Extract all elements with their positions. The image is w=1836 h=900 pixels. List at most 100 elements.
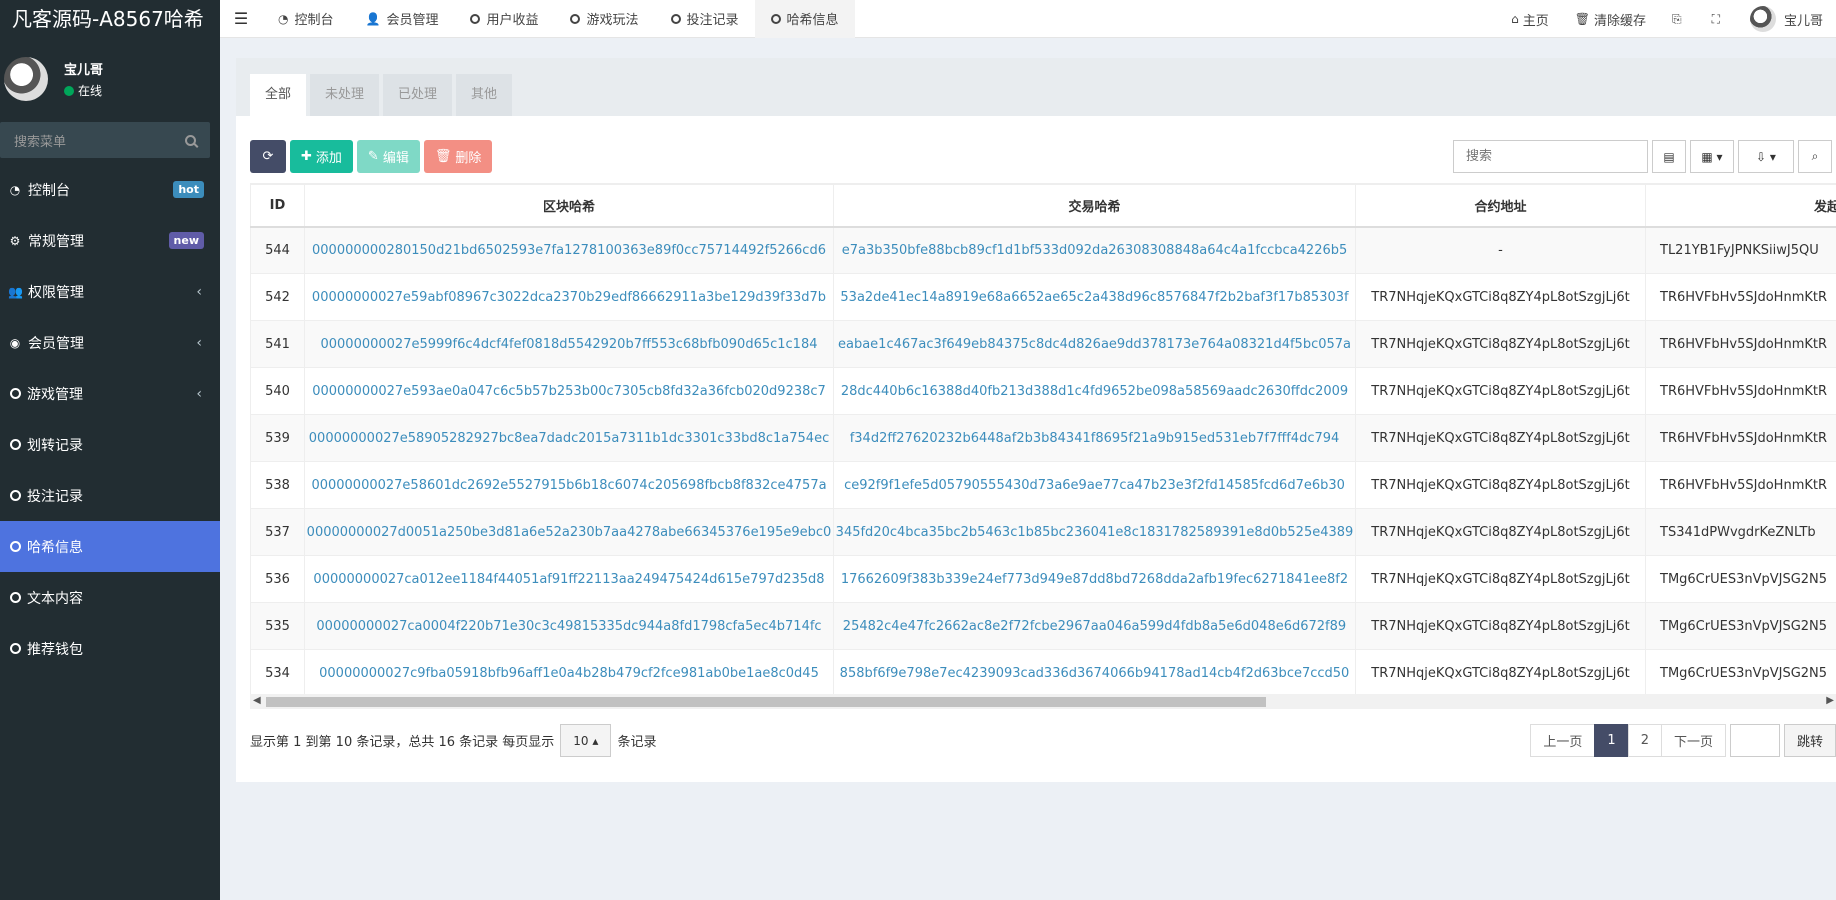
sidebar-item-games[interactable]: 游戏管理 ‹ [0,368,220,419]
cell-tx-hash[interactable]: 17662609f383b339e24ef773d949e87dd8bd7268… [833,555,1356,603]
cell-block-hash[interactable]: 00000000027c9fba05918bfb96aff1e0a4b28b47… [304,649,834,697]
cell-tx-hash[interactable]: f34d2ff27620232b6448af2b3b84341f8695f21a… [833,414,1356,462]
sidebar-item-bets[interactable]: 投注记录 [0,470,220,521]
page-2-button[interactable]: 2 [1627,724,1662,757]
sidebar-item-wallets[interactable]: 推荐钱包 [0,623,220,674]
sidebar-item-label: 会员管理 [28,335,84,352]
cell-block-hash[interactable]: 00000000027e593ae0a047c6c5b57b253b00c730… [304,367,834,415]
column-header-contract-address[interactable]: 合约地址 [1355,184,1646,228]
cell-from-address: TR6HVFbHv5SJdoHnmKtR [1645,320,1836,368]
scroll-right-icon[interactable]: ▶ [1826,695,1834,706]
table-row[interactable]: 539 00000000027e58905282927bc8ea7dadc2015… [250,414,1836,462]
column-header-id[interactable]: ID [250,184,305,228]
tab-unprocessed[interactable]: 未处理 [310,74,380,116]
columns-button[interactable]: ▦ ▾ [1690,140,1734,173]
cell-block-hash[interactable]: 00000000027ca012ee1184f44051af91ff22113a… [304,555,834,603]
cogs-icon: ⚙ [9,233,21,248]
cell-block-hash[interactable]: 000000000280150d21bd6502593e7fa127810036… [304,226,834,274]
jump-button[interactable]: 跳转 [1783,724,1836,757]
cell-tx-hash[interactable]: ce92f9f1efe5d05790555430d73a6e9ae77ca47b… [833,461,1356,509]
sidebar-item-text-content[interactable]: 文本内容 [0,572,220,623]
tab-other[interactable]: 其他 [456,74,513,116]
tab-all[interactable]: 全部 [250,74,307,116]
cell-block-hash[interactable]: 00000000027e58601dc2692e5527915b6b18c607… [304,461,834,509]
sidebar-item-members[interactable]: ◉ 会员管理 ‹ [0,317,220,368]
tab-game-rules[interactable]: 游戏玩法 [554,0,654,38]
tab-dashboard[interactable]: ◔ 控制台 [262,0,350,38]
sidebar-item-label: 投注记录 [27,488,83,505]
language-button[interactable]: ⎘ [1659,12,1699,27]
horizontal-scrollbar[interactable]: ◀ ▶ [250,694,1836,709]
column-header-tx-hash[interactable]: 交易哈希 [833,184,1356,228]
cell-tx-hash[interactable]: 25482c4e47fc2662ac8e2f72fcbe2967aa046a59… [833,602,1356,650]
export-button[interactable]: ⇩ ▾ [1738,140,1794,173]
home-link[interactable]: ⌂ 主页 [1498,10,1562,29]
table-row[interactable]: 537 00000000027d0051a250be3d81a6e52a230b7… [250,508,1836,556]
cell-id: 540 [250,367,305,415]
tab-bet-records[interactable]: 投注记录 [655,0,755,38]
table-row[interactable]: 536 00000000027ca012ee1184f44051af91ff221… [250,555,1836,603]
toggle-view-button[interactable]: ▤ [1652,140,1686,173]
new-badge: new [168,232,204,249]
sidebar-item-dashboard[interactable]: ◔ 控制台 hot [0,164,220,215]
tab-members[interactable]: 👤 会员管理 [350,0,455,38]
fullscreen-button[interactable]: ⛶ [1699,12,1737,27]
tab-user-earnings[interactable]: 用户收益 [454,0,554,38]
avatar [1749,6,1776,32]
column-header-from-address[interactable]: 发起地址 [1645,184,1836,228]
circle-icon [10,592,21,603]
sidebar-item-label: 权限管理 [28,284,84,301]
grid-icon: ▦ ▾ [1701,149,1723,164]
refresh-button[interactable]: ⟳ [250,140,286,173]
table-row[interactable]: 541 00000000027e5999f6c4dcf4fef0818d55429… [250,320,1836,368]
table-row[interactable]: 534 00000000027c9fba05918bfb96aff1e0a4b28… [250,649,1836,697]
table-row[interactable]: 535 00000000027ca0004f220b71e30c3c4981533… [250,602,1836,650]
sidebar-item-auth[interactable]: 👥 权限管理 ‹ [0,266,220,317]
table-row[interactable]: 542 00000000027e59abf08967c3022dca2370b29… [250,273,1836,321]
user-menu[interactable]: 宝儿哥 [1737,6,1836,32]
column-header-block-hash[interactable]: 区块哈希 [304,184,834,228]
cell-block-hash[interactable]: 00000000027e5999f6c4dcf4fef0818d5542920b… [304,320,834,368]
edit-button[interactable]: ✎ 编辑 [356,140,420,173]
cell-block-hash[interactable]: 00000000027d0051a250be3d81a6e52a230b7aa4… [304,508,834,556]
sidebar-item-label: 划转记录 [27,437,83,454]
cell-tx-hash[interactable]: 858bf6f9e798e7ec4239093cad336d3674066b94… [833,649,1356,697]
sidebar-item-general[interactable]: ⚙ 常规管理 new [0,215,220,266]
page-1-button[interactable]: 1 [1594,724,1629,757]
add-button[interactable]: ✚ 添加 [290,140,353,173]
jump-page-input[interactable] [1729,724,1780,757]
tab-hash-info[interactable]: 哈希信息 [754,0,855,38]
prev-page-button[interactable]: 上一页 [1530,724,1596,757]
sidebar-item-hash-info[interactable]: 哈希信息 [0,521,220,572]
data-table-container: ID 区块哈希 交易哈希 合约地址 发起地址 54400000000028015… [250,183,1836,709]
cell-block-hash[interactable]: 00000000027e59abf08967c3022dca2370b29edf… [304,273,834,321]
cell-tx-hash[interactable]: e7a3b350bfe88bcb89cf1d1bf533d092da263083… [833,226,1356,274]
tab-processed[interactable]: 已处理 [383,74,453,116]
cell-tx-hash[interactable]: 53a2de41ec14a8919e68a6652ae65c2a438d96c8… [833,273,1356,321]
page-size-dropdown[interactable]: 10 ▴ [560,724,612,757]
advanced-search-button[interactable]: ⌕ [1798,140,1832,173]
cell-tx-hash[interactable]: eabae1c467ac3f649eb84375c8dc4d826ae9dd37… [833,320,1356,368]
cell-block-hash[interactable]: 00000000027ca0004f220b71e30c3c49815335dc… [304,602,834,650]
table-search-input[interactable] [1453,140,1648,173]
scroll-left-icon[interactable]: ◀ [253,695,261,706]
sidebar-item-transfers[interactable]: 划转记录 [0,419,220,470]
cell-tx-hash[interactable]: 28dc440b6c16388d40fb213d388d1c4fd9652be0… [833,367,1356,415]
cell-tx-hash[interactable]: 345fd20c4bca35bc2b5463c1b85bc236041e8c18… [833,508,1356,556]
table-row[interactable]: 544 000000000280150d21bd6502593e7fa127810… [250,226,1836,274]
pagination-info-text: 显示第 1 到第 10 条记录，总共 16 条记录 每页显示 [250,735,555,750]
clear-cache-button[interactable]: 🗑 清除缓存 [1562,10,1659,29]
edit-label: 编辑 [382,151,409,166]
sidebar-item-label: 控制台 [28,182,70,199]
scrollbar-thumb[interactable] [266,697,1266,707]
sidebar-item-label: 哈希信息 [27,539,83,556]
cell-block-hash[interactable]: 00000000027e58905282927bc8ea7dadc2015a73… [304,414,834,462]
table-row[interactable]: 540 00000000027e593ae0a047c6c5b57b253b00c… [250,367,1836,415]
sidebar-search-input[interactable]: 搜索菜单 [0,122,210,158]
menu-toggle-icon[interactable]: ☰ [220,9,262,28]
next-page-button[interactable]: 下一页 [1660,724,1726,757]
search-icon[interactable] [185,134,196,146]
delete-button[interactable]: 🗑 删除 [423,140,493,173]
brand-title[interactable]: 凡客源码-A8567哈希 [0,0,220,38]
table-row[interactable]: 538 00000000027e58601dc2692e5527915b6b18c… [250,461,1836,509]
